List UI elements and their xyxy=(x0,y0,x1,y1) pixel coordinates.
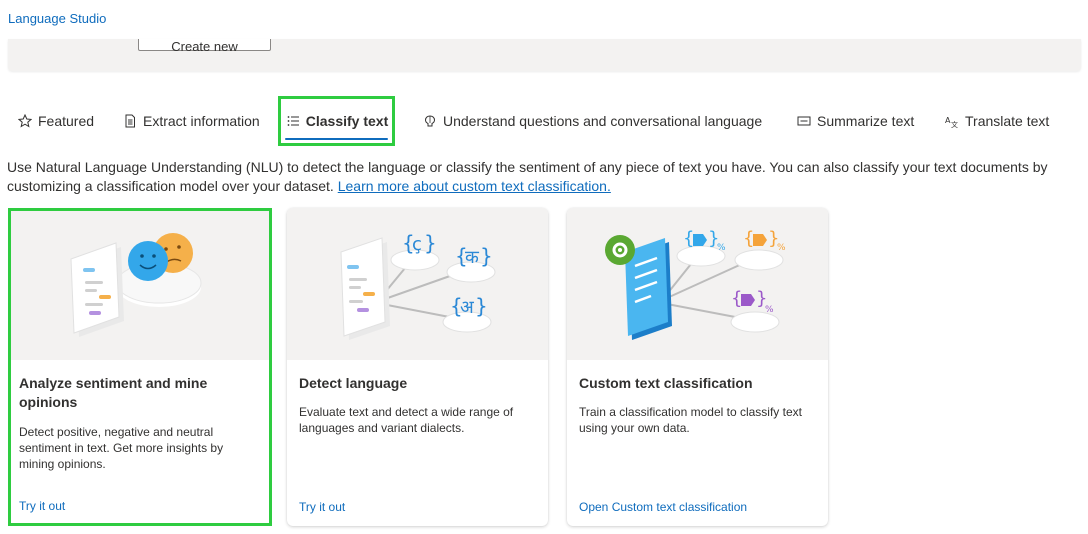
translate-icon: A文 xyxy=(944,113,960,129)
language-glyphs-illustration: { ç } { क } { अ } xyxy=(287,208,548,360)
card-title: Custom text classification xyxy=(579,375,753,391)
svg-text:अ: अ xyxy=(460,297,475,318)
feature-tabs: Featured Extract information Classify te… xyxy=(0,96,1088,146)
tab-label: Understand questions and conversational … xyxy=(443,113,763,129)
star-icon xyxy=(17,113,33,129)
svg-text:%: % xyxy=(777,243,786,253)
card-description: Evaluate text and detect a wide range of… xyxy=(299,405,514,435)
card-custom-text-classification[interactable]: { } % { } % { } % Custom text classifica… xyxy=(567,208,828,526)
svg-text:{: { xyxy=(731,288,742,309)
svg-text:}: } xyxy=(480,244,493,268)
svg-text:%: % xyxy=(717,243,726,253)
svg-text:{: { xyxy=(743,228,754,249)
card-description: Train a classification model to classify… xyxy=(579,405,802,435)
tab-summarize-text[interactable]: Summarize text xyxy=(796,96,914,146)
create-new-button[interactable]: Create new xyxy=(138,39,271,54)
svg-text:%: % xyxy=(765,305,774,315)
try-it-out-link[interactable]: Try it out xyxy=(299,500,345,514)
tab-featured[interactable]: Featured xyxy=(17,96,94,146)
svg-text:क: क xyxy=(465,247,480,268)
svg-text:{: { xyxy=(683,228,694,249)
try-it-out-link[interactable]: Try it out xyxy=(19,499,65,513)
app-title-link[interactable]: Language Studio xyxy=(8,11,106,26)
tab-label: Classify text xyxy=(305,113,389,129)
open-custom-text-classification-link[interactable]: Open Custom text classification xyxy=(579,500,747,514)
tab-extract-information[interactable]: Extract information xyxy=(122,96,260,146)
card-title: Detect language xyxy=(299,375,408,391)
card-description: Detect positive, negative and neutral se… xyxy=(19,425,224,471)
svg-text:文: 文 xyxy=(951,120,958,128)
svg-text:}: } xyxy=(424,231,437,255)
card-analyze-sentiment[interactable]: Analyze sentiment and mine opinions Dete… xyxy=(8,208,272,526)
tab-translate-text[interactable]: A文 Translate text xyxy=(944,96,1049,146)
page-description: Use Natural Language Understanding (NLU)… xyxy=(7,158,1077,196)
selected-tab-indicator xyxy=(284,138,389,140)
tab-classify-text[interactable]: Classify text xyxy=(278,96,395,146)
tab-label: Featured xyxy=(38,113,95,129)
list-icon xyxy=(285,113,301,129)
learn-more-link[interactable]: Learn more about custom text classificat… xyxy=(338,178,611,194)
tab-label: Summarize text xyxy=(817,113,915,129)
tab-label: Translate text xyxy=(965,113,1050,129)
brain-icon xyxy=(422,113,438,129)
card-detect-language[interactable]: { ç } { क } { अ } Detect language Evalua… xyxy=(287,208,548,526)
tab-understand-questions[interactable]: Understand questions and conversational … xyxy=(422,96,762,146)
card-title: Analyze sentiment and mine opinions xyxy=(19,375,208,410)
svg-text:}: } xyxy=(475,294,488,318)
top-panel: Create new xyxy=(8,39,1081,71)
text-box-icon xyxy=(796,113,812,129)
svg-text:ç: ç xyxy=(412,234,422,255)
custom-classification-illustration: { } % { } % { } % xyxy=(567,208,828,360)
document-icon xyxy=(122,113,138,129)
sentiment-faces-illustration xyxy=(11,211,269,360)
tab-label: Extract information xyxy=(143,113,260,129)
